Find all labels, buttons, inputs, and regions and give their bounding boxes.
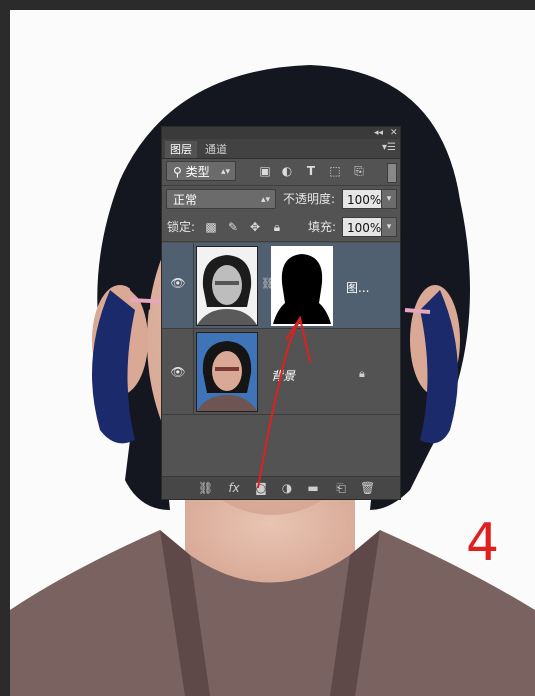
opacity-input[interactable]: 100% <box>342 189 382 209</box>
filter-kind-label: 类型 <box>185 165 210 179</box>
layer-row-mask[interactable]: 👁︎ ⛓ 图... <box>162 243 400 329</box>
divider <box>162 241 400 242</box>
divider <box>162 185 400 186</box>
fx-icon[interactable]: fx <box>224 481 244 495</box>
layers-panel: ◂◂ ✕ 图层 通道 ▾☰ ⚲ 类型 ▴▾ ▣ ◐ T ⬚ ⎘ 正常 ▴▾ 不透… <box>161 126 401 500</box>
lock-row: 锁定: ▩ ✎ ✥ 🔒︎ 填充: 100% ▾ <box>162 217 400 239</box>
eye-icon[interactable]: 👁︎ <box>170 276 186 290</box>
chevron-updown-icon: ▴▾ <box>260 195 270 205</box>
filter-adjustment-icon[interactable]: ◐ <box>280 164 294 178</box>
chevron-updown-icon: ▴▾ <box>220 167 230 177</box>
collapse-icon[interactable]: ◂◂ <box>374 127 383 139</box>
layer-row-background[interactable]: 👁︎ 背景 🔒︎ <box>162 329 400 415</box>
eye-icon[interactable]: 👁︎ <box>170 365 186 379</box>
panel-titlebar[interactable]: ◂◂ ✕ <box>162 127 400 139</box>
layer-thumbnail <box>196 246 258 326</box>
filter-toggle[interactable] <box>387 163 397 183</box>
opacity-dropdown-icon[interactable]: ▾ <box>381 189 397 209</box>
search-icon: ⚲ <box>173 165 182 179</box>
fill-input[interactable]: 100% <box>342 217 382 237</box>
filter-pixel-icon[interactable]: ▣ <box>258 164 272 178</box>
filter-smart-object-icon[interactable]: ⎘ <box>352 164 366 178</box>
tab-channels[interactable]: 通道 <box>200 141 232 158</box>
filter-kind-select[interactable]: ⚲ 类型 ▴▾ <box>166 161 236 181</box>
blend-mode-label: 正常 <box>173 193 198 207</box>
layer-lock-icon: 🔒︎ <box>359 367 365 380</box>
trash-icon[interactable]: 🗑︎ <box>360 481 375 495</box>
lock-label: 锁定: <box>167 220 196 234</box>
layer-mask-thumbnail[interactable] <box>271 246 333 326</box>
folder-icon[interactable]: ▬ <box>306 481 320 495</box>
layer-name[interactable]: 背景 <box>271 367 295 384</box>
new-layer-icon[interactable]: ⎗ <box>334 481 348 495</box>
filter-shape-icon[interactable]: ⬚ <box>328 164 342 178</box>
panel-menu-icon[interactable]: ▾☰ <box>382 142 396 153</box>
layer-name[interactable]: 图... <box>346 279 369 296</box>
close-icon[interactable]: ✕ <box>390 127 398 139</box>
tab-layers[interactable]: 图层 <box>165 141 197 158</box>
add-mask-icon[interactable]: ◙ <box>254 481 268 495</box>
adjustment-icon[interactable]: ◑ <box>280 481 294 495</box>
fill-dropdown-icon[interactable]: ▾ <box>381 217 397 237</box>
fill-label: 填充: <box>308 220 337 234</box>
lock-brush-icon[interactable]: ✎ <box>226 220 240 234</box>
panel-footer: ⛓ fx ◙ ◑ ▬ ⎗ 🗑︎ <box>162 476 400 499</box>
opacity-label: 不透明度: <box>283 192 336 206</box>
layer-thumbnail <box>196 332 258 412</box>
lock-all-icon[interactable]: 🔒︎ <box>270 220 284 234</box>
link-icon[interactable]: ⛓ <box>198 481 213 495</box>
panel-tabs: 图层 通道 ▾☰ <box>162 139 400 159</box>
filter-row: ⚲ 类型 ▴▾ ▣ ◐ T ⬚ ⎘ <box>162 161 400 183</box>
blend-row: 正常 ▴▾ 不透明度: 100% ▾ <box>162 189 400 211</box>
filter-type-icon[interactable]: T <box>304 164 318 178</box>
lock-move-icon[interactable]: ✥ <box>248 220 262 234</box>
lock-transparent-icon[interactable]: ▩ <box>204 220 218 234</box>
blend-mode-select[interactable]: 正常 ▴▾ <box>166 189 276 209</box>
